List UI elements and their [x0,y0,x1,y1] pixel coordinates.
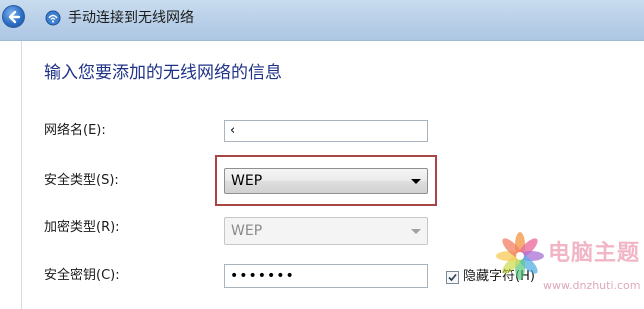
checkmark-icon [448,273,457,282]
watermark-brand: 电脑主题 [548,241,641,266]
dropdown-arrow-icon [411,179,421,184]
security-key-input[interactable]: ••••••• [224,264,428,288]
encryption-type-select[interactable]: WEP [224,217,428,245]
security-type-value: WEP [231,173,263,189]
encryption-type-label: 加密类型(R): [44,220,120,235]
window-title: 手动连接到无线网络 [68,10,194,26]
hide-characters-checkbox[interactable] [446,271,459,284]
security-key-label: 安全密钥(C): [44,268,120,283]
encryption-type-value: WEP [231,223,263,239]
back-button[interactable] [2,5,25,28]
network-name-label: 网络名(E): [44,123,106,138]
network-name-input[interactable]: ‹ [224,120,428,142]
flower-logo-icon [496,232,544,280]
wireless-network-icon [45,10,61,26]
dropdown-arrow-icon [411,229,421,234]
security-type-label: 安全类型(S): [44,173,119,188]
page-heading: 输入您要添加的无线网络的信息 [44,63,282,83]
security-type-select[interactable]: WEP [224,168,428,194]
back-arrow-icon [8,10,21,24]
watermark-url: www.dnzhuti.com [543,279,641,292]
title-bar: 手动连接到无线网络 [0,0,644,41]
